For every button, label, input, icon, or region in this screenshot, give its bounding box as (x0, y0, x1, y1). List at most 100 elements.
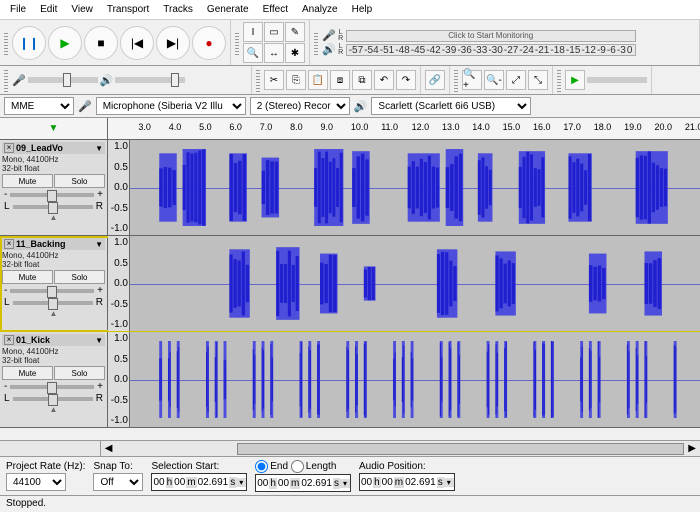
trim-button[interactable]: ⧈ (330, 70, 350, 90)
stop-button[interactable]: ■ (84, 26, 118, 60)
track-11_Backing: ×11_Backing▼ Mono, 44100Hz32-bit float M… (0, 236, 700, 332)
fit-selection-button[interactable]: ⤢ (506, 70, 526, 90)
grip[interactable] (235, 31, 239, 55)
mute-button[interactable]: Mute (2, 270, 53, 284)
collapse-button[interactable]: ▲ (2, 309, 105, 318)
sync-lock-button[interactable]: 🔗 (425, 70, 445, 90)
collapse-button[interactable]: ▲ (2, 405, 105, 414)
vertical-scale: 1.00.50.0-0.5-1.0 (108, 332, 130, 427)
grip[interactable] (4, 68, 8, 92)
audio-position-time[interactable]: 00h00m02.691s▾ (359, 473, 455, 491)
rec-volume-slider[interactable] (28, 77, 98, 83)
envelope-tool[interactable]: ▭ (264, 22, 284, 42)
play-volume-slider[interactable] (115, 77, 185, 83)
zoom-in-button[interactable]: 🔍+ (462, 70, 482, 90)
menu-file[interactable]: File (4, 2, 32, 17)
mute-button[interactable]: Mute (2, 174, 53, 188)
menu-generate[interactable]: Generate (201, 2, 255, 17)
selection-start-time[interactable]: 00h00m02.691s▾ (151, 473, 247, 491)
skip-start-button[interactable]: |◀ (120, 26, 154, 60)
skip-end-button[interactable]: ▶| (156, 26, 190, 60)
draw-tool[interactable]: ✎ (285, 22, 305, 42)
close-track-button[interactable]: × (4, 335, 14, 345)
channels-combo[interactable]: 2 (Stereo) Recor (250, 97, 350, 115)
track-menu-button[interactable]: ▼ (95, 336, 103, 345)
zoom-tool[interactable]: 🔍 (243, 43, 263, 63)
waveform-display[interactable]: 1.00.50.0-0.5-1.0 (108, 332, 700, 427)
selection-end-time[interactable]: 00h00m02.691s▾ (255, 474, 351, 492)
selection-toolbar: Project Rate (Hz): 44100 Snap To: Off Se… (0, 456, 700, 495)
end-radio[interactable]: End (255, 461, 288, 472)
multi-tool[interactable]: ✱ (285, 43, 305, 63)
grip[interactable] (454, 68, 458, 92)
menu-help[interactable]: Help (346, 2, 379, 17)
redo-button[interactable]: ↷ (396, 70, 416, 90)
track-control-panel: ×11_Backing▼ Mono, 44100Hz32-bit float M… (0, 236, 108, 331)
track-info: Mono, 44100Hz32-bit float (2, 347, 105, 365)
timeshift-tool[interactable]: ↔ (264, 43, 284, 63)
track-01_Kick: ×01_Kick▼ Mono, 44100Hz32-bit float Mute… (0, 332, 700, 428)
zoom-out-button[interactable]: 🔍- (484, 70, 504, 90)
collapse-button[interactable]: ▲ (2, 213, 105, 222)
solo-button[interactable]: Solo (54, 174, 105, 188)
close-track-button[interactable]: × (4, 143, 14, 153)
selection-tool[interactable]: I (243, 22, 263, 42)
grip[interactable] (256, 68, 260, 92)
playback-meter[interactable]: -57-54-51-48-45-42-39-36-33-30-27-24-21-… (346, 44, 636, 56)
recording-meter[interactable]: Click to Start Monitoring (346, 30, 636, 42)
record-button[interactable]: ● (192, 26, 226, 60)
play-at-speed-button[interactable]: ▶ (565, 70, 585, 90)
host-combo[interactable]: MME (4, 97, 74, 115)
menu-analyze[interactable]: Analyze (296, 2, 344, 17)
menu-transport[interactable]: Transport (101, 2, 155, 17)
snap-to-combo[interactable]: Off (93, 473, 143, 491)
vertical-scale: 1.00.50.0-0.5-1.0 (108, 140, 130, 235)
menu-tracks[interactable]: Tracks (157, 2, 199, 17)
speed-slider[interactable] (587, 77, 647, 83)
track-name[interactable]: 01_Kick (16, 335, 93, 345)
menu-view[interactable]: View (65, 2, 99, 17)
track-info: Mono, 44100Hz32-bit float (2, 155, 105, 173)
pan-slider[interactable]: LR (2, 297, 105, 308)
menu-effect[interactable]: Effect (257, 2, 294, 17)
edit-toolbar: ✂ ⎘ 📋 ⧈ ⧉ ↶ ↷ (252, 66, 421, 94)
input-device-combo[interactable]: Microphone (Siberia V2 Illu (96, 97, 246, 115)
waveform-display[interactable]: 1.00.50.0-0.5-1.0 (108, 236, 700, 331)
pan-slider[interactable]: LR (2, 201, 105, 212)
grip[interactable] (557, 68, 561, 92)
cut-button[interactable]: ✂ (264, 70, 284, 90)
waveform-display[interactable]: 1.00.50.0-0.5-1.0 (108, 140, 700, 235)
track-name[interactable]: 11_Backing (16, 239, 93, 249)
solo-button[interactable]: Solo (54, 270, 105, 284)
close-track-button[interactable]: × (4, 239, 14, 249)
track-name[interactable]: 09_LeadVo (16, 143, 93, 153)
undo-button[interactable]: ↶ (374, 70, 394, 90)
fit-project-button[interactable]: ⤡ (528, 70, 548, 90)
output-device-combo[interactable]: Scarlett (Scarlett 6i6 USB) (371, 97, 531, 115)
grip[interactable] (4, 31, 8, 55)
pause-button[interactable]: ❙❙ (12, 26, 46, 60)
project-rate-combo[interactable]: 44100 (6, 473, 66, 491)
silence-button[interactable]: ⧉ (352, 70, 372, 90)
gain-slider[interactable]: -+ (2, 381, 105, 392)
pan-slider[interactable]: LR (2, 393, 105, 404)
pin-icon[interactable]: ▼ (49, 123, 59, 134)
horizontal-scrollbar[interactable]: ◀▶ (0, 440, 700, 456)
toolbar-row-1: ❙❙ ▶ ■ |◀ ▶| ● I ▭ ✎ 🔍 ↔ ✱ 🎤 LR Click to… (0, 20, 700, 66)
length-radio[interactable]: Length (291, 461, 337, 472)
status-bar: Stopped. (0, 495, 700, 511)
track-menu-button[interactable]: ▼ (95, 144, 103, 153)
grip[interactable] (314, 31, 318, 55)
gain-slider[interactable]: -+ (2, 189, 105, 200)
track-info: Mono, 44100Hz32-bit float (2, 251, 105, 269)
mute-button[interactable]: Mute (2, 366, 53, 380)
tracks-area: ×09_LeadVo▼ Mono, 44100Hz32-bit float Mu… (0, 140, 700, 440)
solo-button[interactable]: Solo (54, 366, 105, 380)
copy-button[interactable]: ⎘ (286, 70, 306, 90)
play-button[interactable]: ▶ (48, 26, 82, 60)
track-menu-button[interactable]: ▼ (95, 240, 103, 249)
menu-edit[interactable]: Edit (34, 2, 63, 17)
gain-slider[interactable]: -+ (2, 285, 105, 296)
paste-button[interactable]: 📋 (308, 70, 328, 90)
timeline-ruler[interactable]: ▼ 3.04.05.06.07.08.09.010.011.012.013.01… (0, 118, 700, 140)
